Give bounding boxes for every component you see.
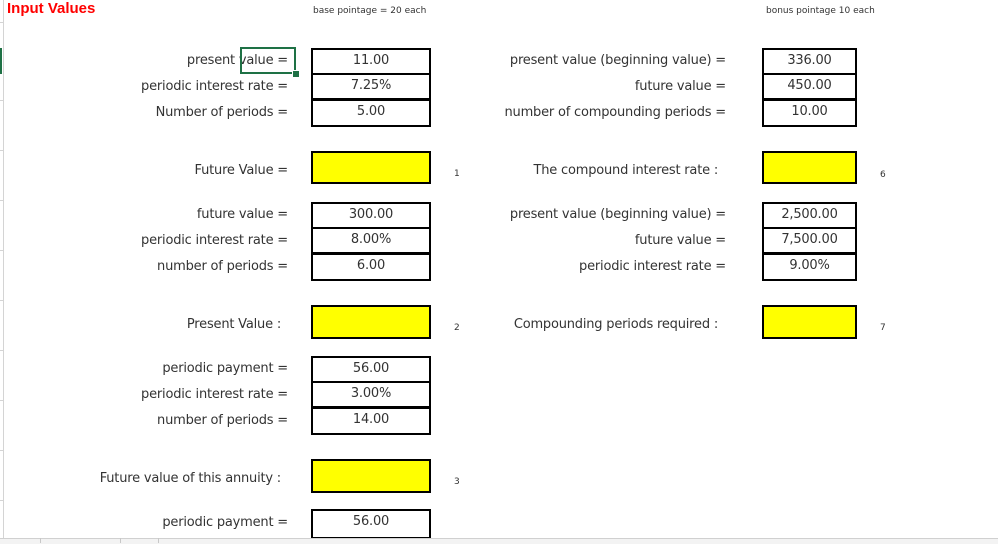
gridline [0,150,3,151]
label-periodic-interest-rate: periodic interest rate = [141,387,288,402]
gridline [0,350,3,351]
input-periodic-payment[interactable]: 56.00 [311,356,431,383]
question-index: 7 [880,323,886,333]
input-present-value-beginning[interactable]: 2,500.00 [762,202,857,229]
gridline [0,450,3,451]
selected-row-marker [0,48,2,74]
label-future-value-annuity-result: Future value of this annuity : [99,471,281,486]
gridline [0,22,3,23]
label-present-value-result: Present Value : [186,317,281,332]
input-number-of-periods[interactable]: 6.00 [311,253,431,281]
sheet-tab-bar [0,538,998,544]
label-compounding-periods-required-result: Compounding periods required : [513,317,718,332]
input-present-value-beginning[interactable]: 336.00 [762,48,857,75]
input-periodic-interest-rate[interactable]: 9.00% [762,253,857,281]
input-periodic-interest-rate[interactable]: 8.00% [311,227,431,254]
answer-cell-compound-interest-rate[interactable] [762,151,857,184]
answer-cell-future-value-annuity[interactable] [311,459,431,493]
divider [158,538,159,543]
label-periodic-interest-rate: periodic interest rate = [141,233,288,248]
gridline [0,100,3,101]
answer-cell-future-value[interactable] [311,151,431,184]
question-index: 3 [454,477,460,487]
gridline [0,200,3,201]
question-index: 1 [454,169,460,179]
fill-handle[interactable] [292,70,300,78]
label-future-value: future value = [634,79,726,94]
label-compound-interest-rate-result: The compound interest rate : [533,163,719,178]
input-present-value[interactable]: 11.00 [311,48,431,75]
gridline [0,500,3,501]
label-periodic-payment: periodic payment = [162,361,288,376]
input-number-of-periods[interactable]: 14.00 [311,407,431,435]
question-index: 6 [880,170,886,180]
bonus-pointage-note: bonus pointage 10 each [766,6,875,16]
label-future-value-result: Future Value = [194,163,289,178]
input-number-of-periods[interactable]: 5.00 [311,99,431,127]
answer-cell-compounding-periods-required[interactable] [762,305,857,339]
base-pointage-note: base pointage = 20 each [313,6,427,16]
gridline [0,400,3,401]
label-periodic-interest-rate: periodic interest rate = [141,79,288,94]
row-header-gutter [0,0,4,543]
input-number-of-compounding-periods[interactable]: 10.00 [762,99,857,127]
label-present-value: present value = [186,53,288,68]
input-future-value[interactable]: 7,500.00 [762,227,857,254]
divider [120,538,121,543]
label-future-value: future value = [634,233,726,248]
gridline [0,250,3,251]
label-number-of-periods: number of periods = [157,259,288,274]
label-number-of-periods: Number of periods = [155,105,289,120]
label-number-of-periods: number of periods = [157,413,288,428]
label-present-value-beginning: present value (beginning value) = [509,207,726,222]
label-present-value-beginning: present value (beginning value) = [509,53,726,68]
gridline [0,300,3,301]
input-future-value[interactable]: 300.00 [311,202,431,229]
input-periodic-payment[interactable]: 56.00 [311,509,431,539]
divider [40,538,41,543]
label-periodic-interest-rate: periodic interest rate = [579,259,726,274]
input-periodic-interest-rate[interactable]: 7.25% [311,73,431,100]
sheet-title: Input Values [7,0,96,17]
label-number-of-compounding-periods: number of compounding periods = [504,105,727,120]
input-periodic-interest-rate[interactable]: 3.00% [311,381,431,408]
label-periodic-payment: periodic payment = [162,515,288,530]
input-future-value[interactable]: 450.00 [762,73,857,100]
label-future-value: future value = [196,207,288,222]
answer-cell-present-value[interactable] [311,305,431,339]
question-index: 2 [454,323,460,333]
